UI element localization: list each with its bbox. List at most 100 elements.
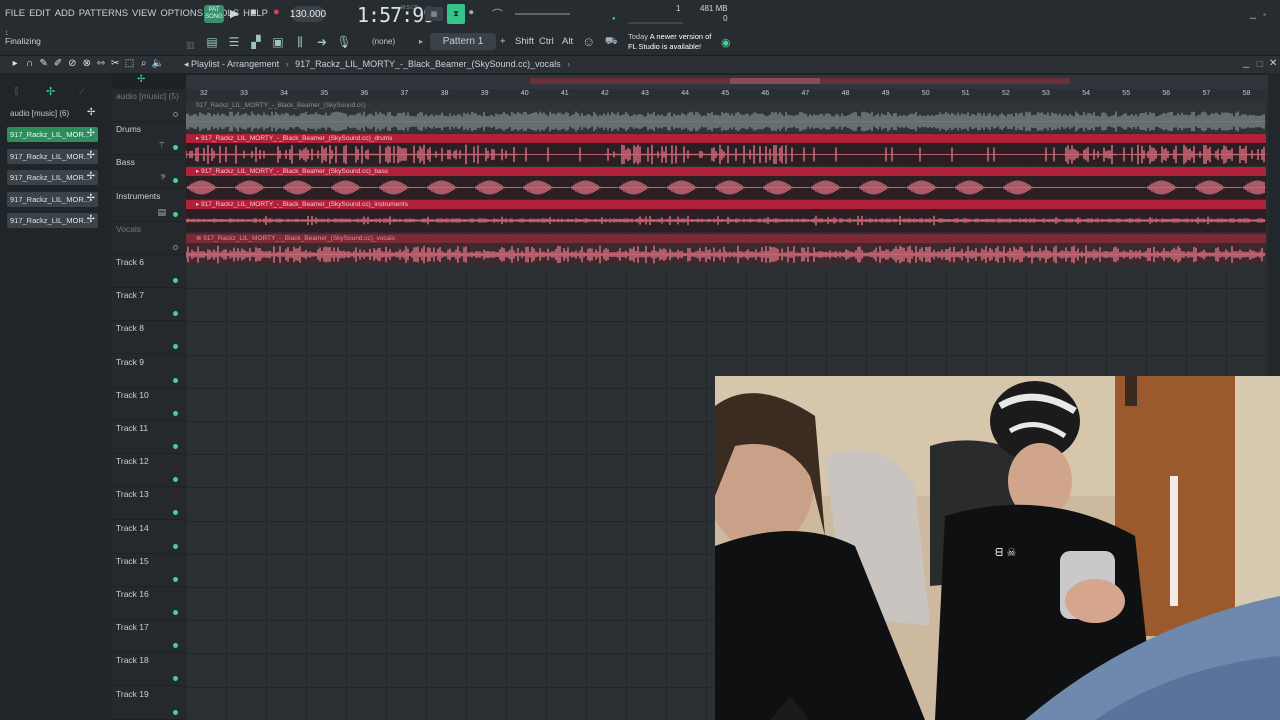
track-header[interactable]: Track 7 — [112, 288, 186, 322]
track-header[interactable]: Track 11 — [112, 421, 186, 454]
menu-view[interactable]: VIEW — [132, 8, 156, 19]
audio-clip-instruments[interactable]: ▸ 917_Rackz_LIL_MORTY_-_Black_Beamer_(Sk… — [186, 200, 1266, 232]
audio-clip-vocals[interactable]: ⊗ 917_Rackz_LIL_MORTY_-_Black_Beamer_(Sk… — [186, 234, 1266, 266]
playlist-close-icon[interactable]: ✕ — [1269, 58, 1277, 69]
track-header[interactable]: Track 13 — [112, 487, 186, 521]
track-header[interactable]: Drums ⚚ — [112, 122, 186, 156]
bar-ruler[interactable]: 32 33 34 35 36 37 38 39 40 41 42 43 44 45 46 47 48 49 50 51… — [186, 89, 1268, 101]
minimize-icon[interactable]: ▁ — [1250, 10, 1256, 19]
cart-icon[interactable]: ⛟ — [605, 36, 618, 49]
tempo-display[interactable]: 130.000 — [290, 6, 326, 22]
track-mute-led-icon[interactable] — [173, 610, 178, 615]
record-icon[interactable]: ● — [273, 6, 280, 18]
track-header[interactable]: Track 6 — [112, 255, 186, 288]
track-header[interactable]: Track 10 — [112, 388, 186, 421]
wait-record-icon[interactable]: ⏺ — [469, 7, 474, 18]
options-arrow-icon[interactable]: ▸ — [8, 58, 22, 69]
track-mute-led-icon[interactable] — [173, 477, 178, 483]
song-time-display[interactable]: 1:57:99 — [357, 3, 435, 27]
track-mute-led-icon[interactable] — [173, 145, 178, 151]
mixer-icon[interactable]: ⫼ — [289, 35, 311, 50]
playlist-icon[interactable]: ▤ — [201, 35, 223, 50]
track-mute-led-icon[interactable] — [173, 178, 178, 184]
track-mute-led-icon[interactable] — [173, 510, 178, 516]
track-mute-led-icon[interactable] — [173, 410, 178, 416]
paint-tool-icon[interactable]: ✐ — [51, 58, 65, 69]
track-mute-led-icon[interactable] — [173, 244, 178, 250]
playlist-arrow-icon[interactable]: ◂ — [184, 59, 189, 69]
track-mute-led-icon[interactable] — [173, 543, 178, 549]
zoom-tool-icon[interactable]: ⌕ — [137, 58, 151, 69]
draw-tool-icon[interactable]: ✎ — [37, 58, 51, 69]
track-header[interactable]: Track 14 — [112, 521, 186, 554]
audio-clip-full-mix[interactable]: 917_Rackz_LIL_MORTY_-_Black_Beamer_(SkyS… — [186, 101, 1266, 133]
picker-add-icon[interactable]: ✢ — [87, 171, 95, 182]
track-mute-led-icon[interactable] — [173, 643, 178, 649]
menu-options[interactable]: OPTIONS — [160, 8, 203, 19]
picker-audio-icon[interactable]: ✢ — [46, 85, 55, 98]
scroll-thumb[interactable] — [730, 78, 820, 84]
alt-key-button[interactable]: Alt — [562, 36, 573, 47]
news-panel[interactable]: Today A newer version of FL Studio is av… — [628, 32, 711, 52]
track-mute-led-icon[interactable] — [173, 311, 178, 317]
slice-tool-icon[interactable]: ✂ — [108, 58, 122, 69]
menu-file[interactable]: FILE — [5, 8, 25, 19]
track-header[interactable]: Track 8 — [112, 321, 186, 355]
picker-clip-item[interactable]: 917_Rackz_LIL_MOR... ✢ — [7, 213, 98, 228]
track-header[interactable]: audio [music] (5) — [112, 89, 186, 122]
add-pattern-button[interactable]: + — [500, 36, 506, 47]
ctrl-key-button[interactable]: Ctrl — [539, 36, 554, 47]
smiley-icon[interactable]: ☺ — [582, 34, 595, 49]
menu-add[interactable]: ADD — [55, 8, 75, 19]
picker-pattern-icon[interactable]: ⫿ — [15, 86, 18, 97]
picker-clip-item[interactable]: 917_Rackz_LIL_MOR... ✢ — [7, 192, 98, 207]
track-mute-led-icon[interactable] — [173, 709, 178, 715]
metronome-icon[interactable]: ⧗ — [447, 4, 465, 24]
track-header[interactable]: Track 16 — [112, 587, 186, 620]
track-mute-led-icon[interactable] — [173, 576, 178, 582]
track-header[interactable]: Vocals — [112, 222, 186, 255]
shift-key-button[interactable]: Shift — [515, 36, 534, 47]
playlist-minimize-icon[interactable]: ▁ — [1243, 59, 1249, 68]
master-pitch-slider[interactable] — [515, 13, 570, 15]
audio-clip-drums[interactable]: ▸ 917_Rackz_LIL_MORTY_-_Black_Beamer_(Sk… — [186, 134, 1266, 166]
picker-clip-item[interactable]: 917_Rackz_LIL_MOR... ✢ — [7, 170, 98, 185]
menu-patterns[interactable]: PATTERNS — [79, 8, 128, 19]
track-mute-led-icon[interactable] — [173, 676, 178, 682]
play-icon[interactable]: ▶ — [230, 7, 238, 20]
picker-add-icon[interactable]: ✢ — [87, 128, 95, 139]
picker-add-icon[interactable]: ✢ — [87, 150, 95, 161]
track-mute-led-icon[interactable] — [173, 112, 178, 117]
track-header[interactable]: Bass 𝄢 — [112, 155, 186, 189]
pattern-song-toggle[interactable]: PAT SONG — [204, 5, 224, 23]
picker-clip-item[interactable]: 917_Rackz_LIL_MOR... ✢ — [7, 127, 98, 142]
piano-roll-icon[interactable]: ▞ — [245, 35, 267, 50]
plugin-picker-icon[interactable]: ➜ — [311, 35, 333, 50]
recent-files-dropdown[interactable]: (none) — [372, 37, 395, 46]
pattern-selector[interactable]: Pattern 1 — [430, 33, 496, 50]
picker-automation-icon[interactable]: ⟋ — [79, 86, 85, 97]
typing-keyboard-icon[interactable]: ▦ — [425, 7, 443, 21]
playlist-maximize-icon[interactable]: ▢ — [1256, 59, 1264, 68]
close-app-icon[interactable]: ▪ — [1263, 10, 1266, 19]
track-mute-led-icon[interactable] — [173, 278, 178, 283]
stop-icon[interactable]: ■ — [251, 7, 256, 17]
magnet-snap-icon[interactable]: ∩ — [22, 58, 36, 69]
track-mute-led-icon[interactable] — [173, 444, 178, 449]
channel-rack-icon[interactable]: ☰ — [223, 35, 245, 50]
track-mute-led-icon[interactable] — [173, 344, 178, 350]
mute-tool-icon[interactable]: ⊗ — [79, 58, 93, 69]
menu-edit[interactable]: EDIT — [29, 8, 51, 19]
track-header[interactable]: Track 15 — [112, 554, 186, 587]
delete-tool-icon[interactable]: ⊘ — [65, 58, 79, 69]
audio-clip-bass[interactable]: ▸ 917_Rackz_LIL_MORTY_-_Black_Beamer_(Sk… — [186, 167, 1266, 199]
playback-tool-icon[interactable]: 🔈 — [151, 58, 165, 69]
track-header[interactable]: Track 19 — [112, 687, 186, 720]
countdown-icon[interactable]: ⌒ — [492, 6, 503, 22]
track-header[interactable]: Track 9 — [112, 355, 186, 388]
online-globe-icon[interactable]: ◉ — [721, 36, 731, 49]
track-header[interactable]: Track 18 — [112, 653, 186, 687]
track-mute-led-icon[interactable] — [173, 377, 178, 383]
picker-clip-item[interactable]: 917_Rackz_LIL_MOR... ✢ — [7, 149, 98, 164]
slip-tool-icon[interactable]: ⇿ — [94, 58, 108, 69]
